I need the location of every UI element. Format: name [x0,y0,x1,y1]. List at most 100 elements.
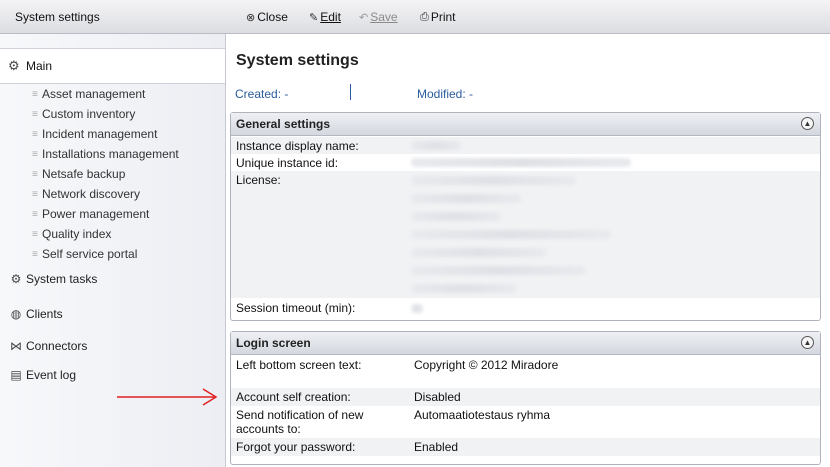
general-settings-header[interactable]: General settings ▲ [231,113,820,136]
list-icon: ≡ [32,248,38,260]
annotation-arrow [117,388,218,406]
sidebar-item-label: Clients [26,307,63,321]
sidebar-subitem-label: Asset management [42,87,146,101]
login-screen-panel: Login screen ▲ Left bottom screen text: … [230,331,821,465]
setting-value: Disabled [414,390,461,404]
login-screen-header[interactable]: Login screen ▲ [231,332,820,355]
event-log-icon: ▤ [10,368,22,382]
login-row-forgot-password: Forgot your password: Enabled [231,438,820,456]
sidebar-subitem-custom-inventory[interactable]: ≡ Custom inventory [32,106,135,122]
setting-label: Instance display name: [236,139,359,153]
redacted-value [411,176,576,185]
save-label: Save [370,10,398,24]
setting-label-continued: accounts to: [236,422,301,436]
setting-label: License: [236,173,281,187]
sidebar-subitem-netsafe-backup[interactable]: ≡ Netsafe backup [32,166,125,182]
sidebar-subitem-asset-management[interactable]: ≡ Asset management [32,86,145,102]
setting-label: Left bottom screen text: [236,358,362,372]
edit-button[interactable]: ✎ Edit [309,10,341,24]
list-icon: ≡ [32,208,38,220]
list-icon: ≡ [32,228,38,240]
redacted-value [411,230,611,239]
panel-title: Login screen [236,336,311,350]
redacted-value [411,248,546,257]
setting-value: Enabled [414,440,459,454]
sidebar-subitem-label: Custom inventory [42,107,136,121]
list-icon: ≡ [32,88,38,100]
sidebar-subitem-network-discovery[interactable]: ≡ Network discovery [32,186,140,202]
edit-label: Edit [320,10,341,24]
clients-icon: ◍ [10,307,22,321]
save-icon: ↶ [359,11,369,24]
setting-row-unique-id: Unique instance id: [231,154,820,171]
sidebar-item-label: Main [26,59,53,73]
setting-label: Forgot your password: [236,440,356,454]
close-button[interactable]: ⊗ Close [246,10,288,24]
sidebar-subitem-label: Netsafe backup [42,167,126,181]
sidebar-subitem-label: Incident management [42,127,158,141]
login-row-bottom-text: Left bottom screen text: Copyright © 201… [231,356,820,388]
close-icon: ⊗ [246,11,256,24]
login-row-notification: Send notification of new accounts to: Au… [231,406,820,438]
print-button[interactable]: ⎙ Print [420,10,456,24]
setting-label: Session timeout (min): [236,301,356,315]
sidebar-item-main[interactable]: ⚙ Main [0,48,225,84]
setting-value: Copyright © 2012 Miradore [414,358,559,372]
sidebar-subitem-power-management[interactable]: ≡ Power management [32,206,149,222]
collapse-icon[interactable]: ▲ [801,117,814,130]
sidebar-subitem-incident-management[interactable]: ≡ Incident management [32,126,157,142]
connectors-icon: ⋈ [10,339,22,353]
toolbar: System settings ⊗ Close ✎ Edit ↶ Save ⎙ … [0,0,830,34]
redacted-value [411,304,423,313]
sidebar-item-system-tasks[interactable]: ⚙ System tasks [8,270,98,288]
redacted-value [411,194,521,203]
sidebar-subitem-self-service-portal[interactable]: ≡ Self service portal [32,246,137,262]
close-label: Close [257,10,288,24]
redacted-value [411,158,631,167]
setting-label: Unique instance id: [236,156,339,170]
modified-label: Modified: - [417,87,474,101]
sidebar-item-clients[interactable]: ◍ Clients [8,305,63,323]
sidebar-item-label: System tasks [26,272,98,286]
meta-divider [350,84,351,100]
sidebar-subitem-label: Installations management [42,147,179,161]
page-title: System settings [236,52,359,69]
collapse-icon[interactable]: ▲ [801,336,814,349]
created-label: Created: - [235,87,289,101]
sidebar-subitem-installations-management[interactable]: ≡ Installations management [32,146,179,162]
login-row-self-creation: Account self creation: Disabled [231,388,820,406]
redacted-value [411,284,516,293]
list-icon: ≡ [32,188,38,200]
sidebar-subitem-label: Network discovery [42,187,141,201]
setting-row-display-name: Instance display name: [231,137,820,154]
list-icon: ≡ [32,148,38,160]
setting-label: Account self creation: [236,390,351,404]
redacted-value [411,141,461,150]
setting-label: Send notification of new [236,408,364,422]
setting-value: Automaatiotestaus ryhma [414,408,551,422]
list-icon: ≡ [32,128,38,140]
sidebar-item-connectors[interactable]: ⋈ Connectors [8,337,87,355]
save-button[interactable]: ↶ Save [359,10,398,24]
sidebar-item-event-log[interactable]: ▤ Event log [8,366,76,384]
setting-row-license: License: [231,171,820,298]
sidebar-item-label: Connectors [26,339,88,353]
panel-title: General settings [236,117,331,131]
sidebar-subitem-label: Self service portal [42,247,138,261]
redacted-value [411,212,501,221]
sidebar-subitem-label: Power management [42,207,150,221]
sidebar-subitem-label: Quality index [42,227,112,241]
general-settings-panel: General settings ▲ Instance display name… [230,112,821,321]
app-title: System settings [15,10,100,24]
pencil-icon: ✎ [309,11,319,24]
sidebar-item-label: Event log [26,368,77,382]
setting-row-session-timeout: Session timeout (min): [231,299,820,318]
print-icon: ⎙ [420,10,429,23]
redacted-value [411,266,586,275]
list-icon: ≡ [32,168,38,180]
gears-icon: ⚙ [8,58,20,73]
list-icon: ≡ [32,108,38,120]
print-label: Print [430,10,456,24]
gear-tasks-icon: ⚙ [10,272,22,286]
sidebar-subitem-quality-index[interactable]: ≡ Quality index [32,226,111,242]
